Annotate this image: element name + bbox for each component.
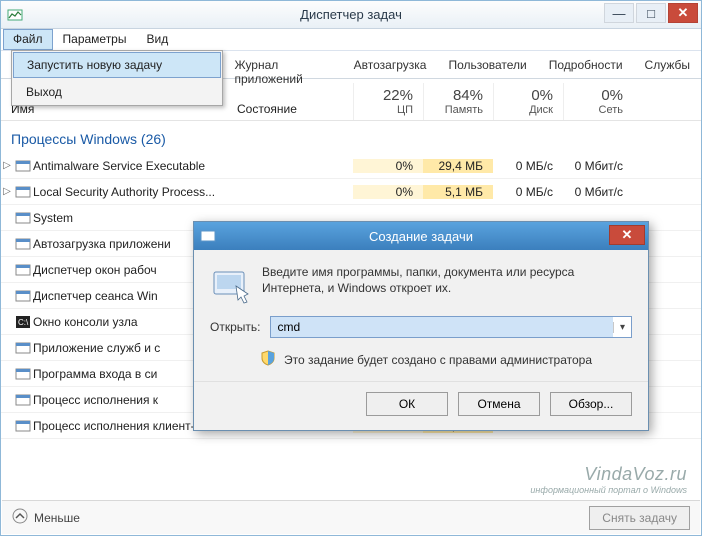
cpu-cell: 0% (353, 159, 423, 173)
col-network[interactable]: 0%Сеть (563, 83, 633, 120)
statusbar: Меньше Снять задачу (2, 500, 700, 534)
dialog-title: Создание задачи (369, 229, 473, 244)
file-menu-exit[interactable]: Выход (12, 79, 222, 105)
window-title: Диспетчер задач (300, 7, 402, 22)
console-icon: C:\ (13, 314, 33, 330)
disk-cell: 0 МБ/с (493, 159, 563, 173)
process-name: Local Security Authority Process... (33, 185, 233, 199)
dialog-instruction: Введите имя программы, папки, документа … (262, 264, 632, 304)
admin-note: Это задание будет создано с правами адми… (284, 353, 592, 367)
process-name: Antimalware Service Executable (33, 159, 233, 173)
chevron-up-icon (12, 508, 28, 527)
tab-users[interactable]: Пользователи (437, 51, 537, 78)
tab-app-history[interactable]: Журнал приложений (224, 51, 343, 78)
shield-icon (260, 350, 276, 369)
dialog-close-button[interactable]: ✕ (609, 225, 645, 245)
process-icon (13, 236, 33, 252)
window-controls: — □ ✕ (602, 3, 698, 23)
col-cpu[interactable]: 22%ЦП (353, 83, 423, 120)
network-cell: 0 Мбит/с (563, 185, 633, 199)
tab-details[interactable]: Подробности (538, 51, 634, 78)
process-icon (13, 392, 33, 408)
memory-cell: 29,4 МБ (423, 159, 493, 173)
file-menu-run-task[interactable]: Запустить новую задачу (13, 52, 221, 78)
process-icon (13, 366, 33, 382)
table-row[interactable]: ▷ Local Security Authority Process... 0%5,… (1, 179, 701, 205)
process-icon (13, 184, 33, 200)
process-icon (13, 262, 33, 278)
maximize-button[interactable]: □ (636, 3, 666, 23)
cancel-button[interactable]: Отмена (458, 392, 540, 416)
process-icon (13, 340, 33, 356)
fewer-details-button[interactable]: Меньше (12, 508, 80, 527)
menu-file[interactable]: Файл (3, 29, 53, 50)
disk-cell: 0 МБ/с (493, 185, 563, 199)
expand-icon[interactable]: ▷ (1, 160, 13, 171)
create-task-dialog: Создание задачи ✕ Введите имя программы,… (193, 221, 649, 431)
close-button[interactable]: ✕ (668, 3, 698, 23)
col-state[interactable]: Состояние (233, 98, 353, 120)
memory-cell: 5,1 МБ (423, 185, 493, 199)
open-label: Открыть: (210, 320, 260, 334)
open-input[interactable] (271, 317, 613, 337)
tab-startup[interactable]: Автозагрузка (343, 51, 438, 78)
app-icon (7, 7, 23, 23)
tab-services[interactable]: Службы (634, 51, 701, 78)
run-dialog-icon (210, 264, 250, 304)
process-icon (13, 158, 33, 174)
combobox-chevron-icon[interactable]: ▾ (613, 322, 631, 333)
process-group-header[interactable]: Процессы Windows (26) (1, 121, 701, 153)
col-memory[interactable]: 84%Память (423, 83, 493, 120)
ok-button[interactable]: ОК (366, 392, 448, 416)
dialog-titlebar[interactable]: Создание задачи ✕ (194, 222, 648, 250)
minimize-button[interactable]: — (604, 3, 634, 23)
menu-view[interactable]: Вид (136, 29, 178, 50)
cpu-cell: 0% (353, 185, 423, 199)
titlebar: Диспетчер задач — □ ✕ (1, 1, 701, 29)
process-icon (13, 210, 33, 226)
process-icon (13, 418, 33, 434)
open-combobox[interactable]: ▾ (270, 316, 632, 338)
svg-text:C:\: C:\ (18, 318, 29, 327)
browse-button[interactable]: Обзор... (550, 392, 632, 416)
watermark: VindaVoz.ru информационный портал о Wind… (530, 464, 687, 495)
table-row[interactable]: ▷ Antimalware Service Executable 0%29,4 МБ… (1, 153, 701, 179)
end-task-button[interactable]: Снять задачу (589, 506, 690, 530)
expand-icon[interactable]: ▷ (1, 186, 13, 197)
network-cell: 0 Мбит/с (563, 159, 633, 173)
process-icon (13, 288, 33, 304)
menu-options[interactable]: Параметры (53, 29, 137, 50)
menubar: Файл Параметры Вид (1, 29, 701, 51)
file-menu-dropdown: Запустить новую задачу Выход (11, 50, 223, 106)
fewer-label: Меньше (34, 511, 80, 525)
dialog-app-icon (200, 228, 216, 247)
col-disk[interactable]: 0%Диск (493, 83, 563, 120)
